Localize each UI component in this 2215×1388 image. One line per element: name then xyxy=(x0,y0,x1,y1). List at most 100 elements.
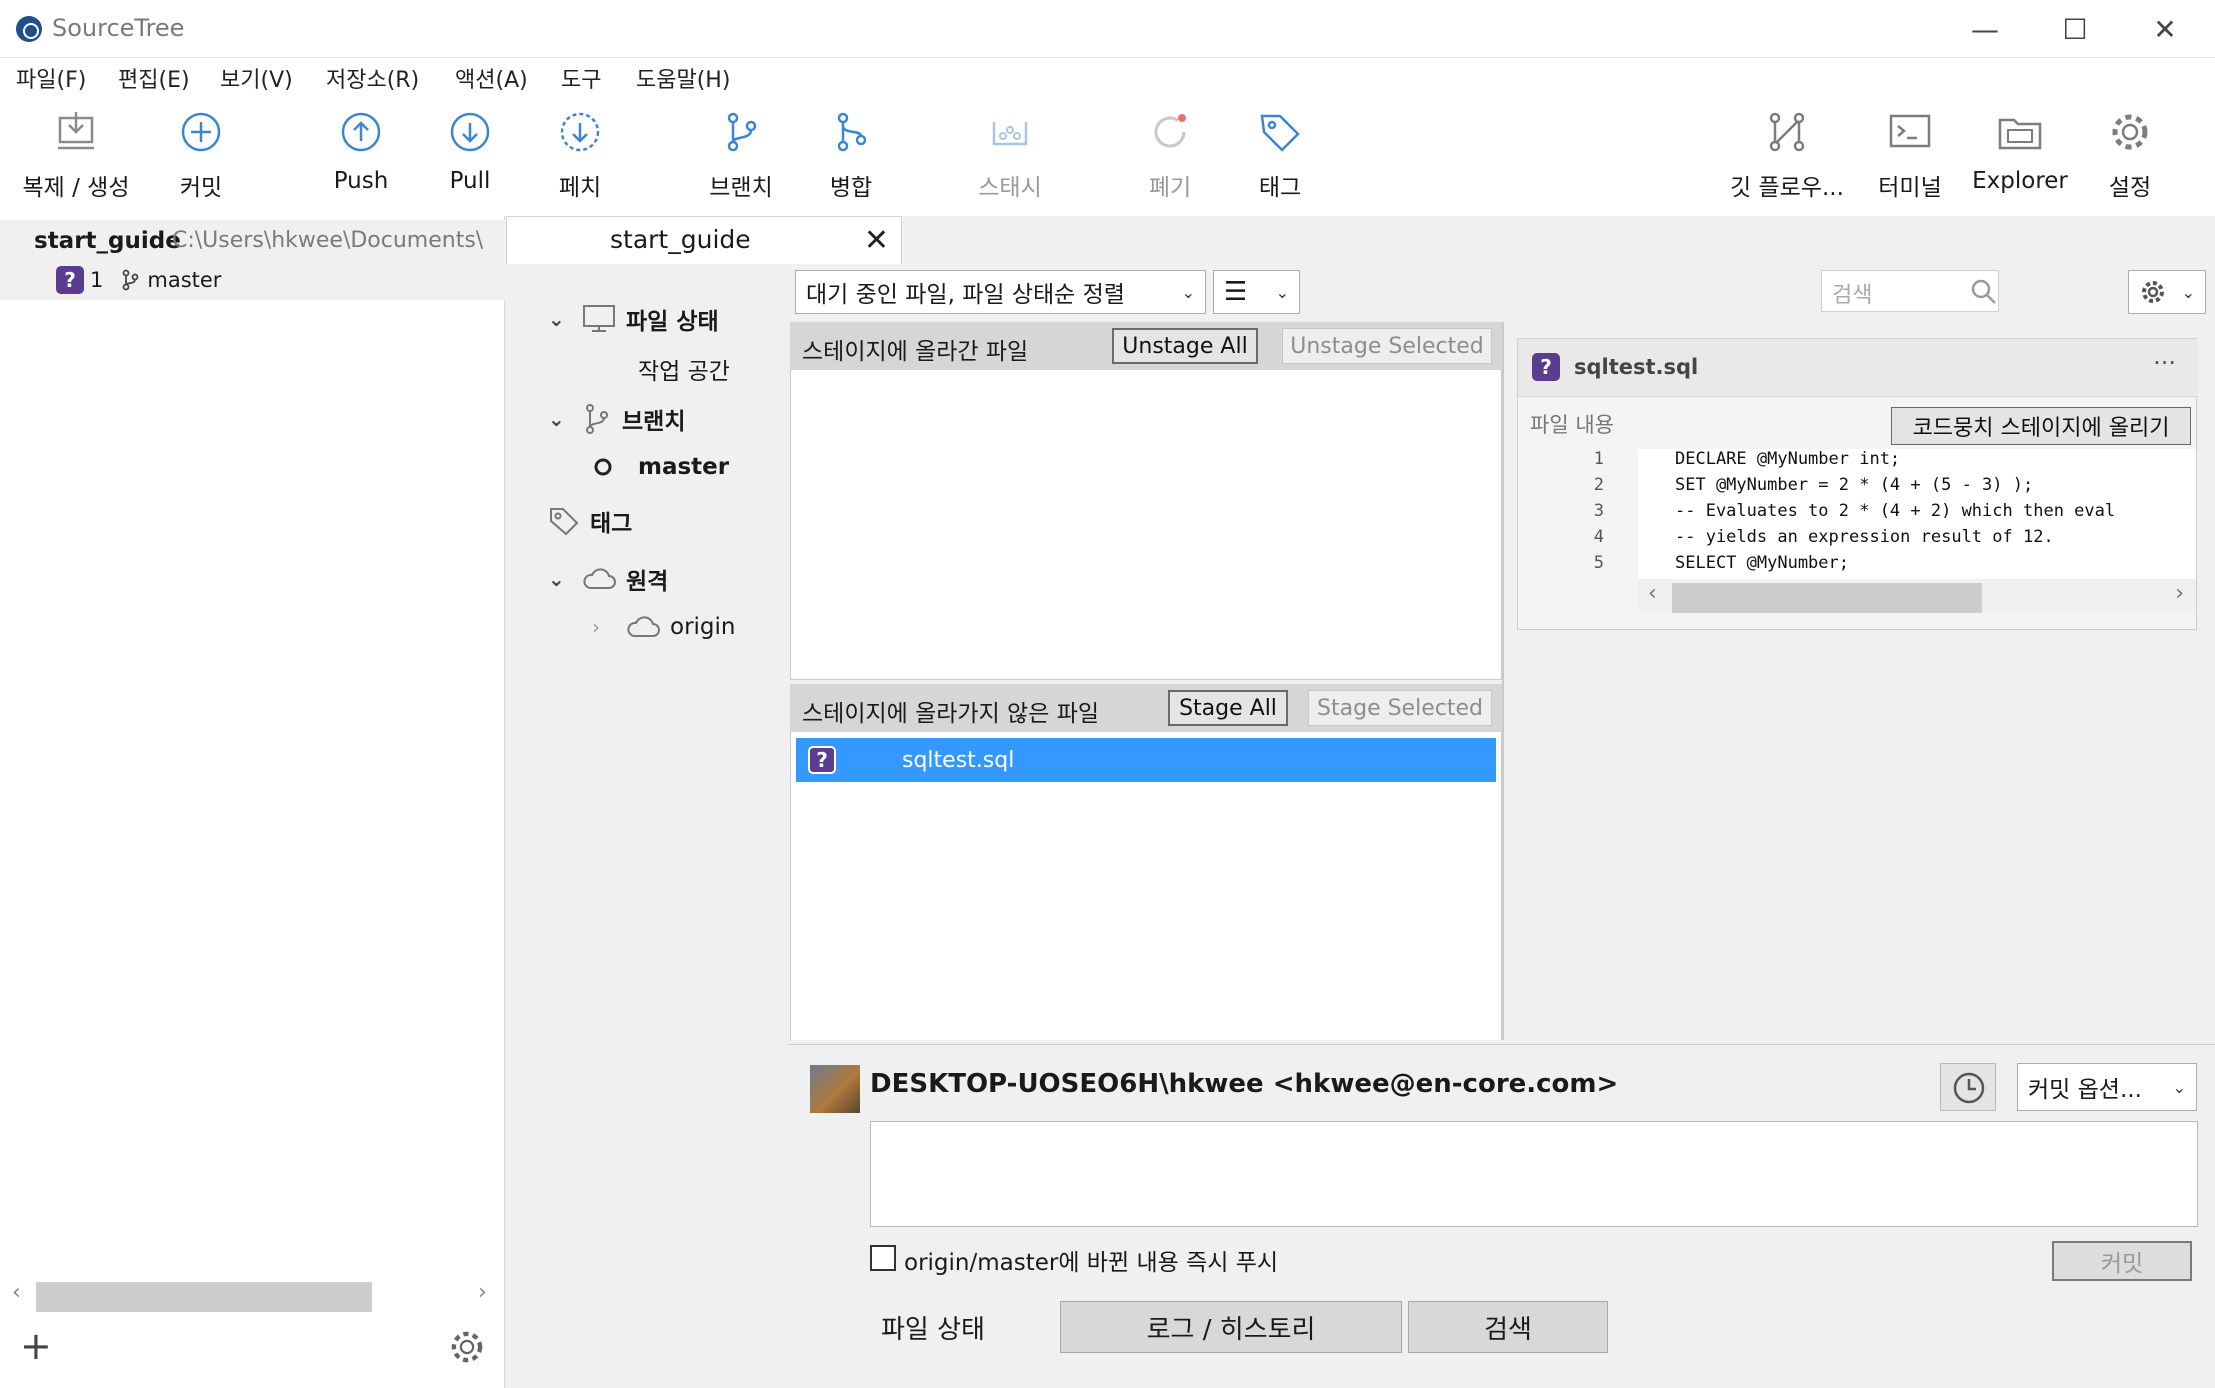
chevron-down-icon[interactable]: ⌄ xyxy=(548,567,572,591)
menu-file[interactable]: 파일(F) xyxy=(16,62,86,94)
untracked-badge-icon: ? xyxy=(808,746,836,774)
merge-label: 병합 xyxy=(829,175,873,201)
tag-label: 태그 xyxy=(1258,175,1302,201)
menu-tools[interactable]: 도구 xyxy=(561,62,601,94)
scrollbar-thumb[interactable] xyxy=(36,1282,372,1312)
repository-name: start_guide xyxy=(34,228,181,254)
gear-icon xyxy=(2112,114,2148,150)
menu-view[interactable]: 보기(V) xyxy=(220,62,293,94)
nav-branches-label: 브랜치 xyxy=(622,409,686,435)
diff-code-view[interactable]: 1 DECLARE @MyNumber int; 2 SET @MyNumber =… xyxy=(1518,449,2196,579)
push-immediately-checkbox[interactable] xyxy=(870,1245,896,1271)
tab-search[interactable]: 검색 xyxy=(1408,1301,1608,1353)
nav-file-status-label: 파일 상태 xyxy=(626,309,719,335)
commit-options-dropdown[interactable]: 커밋 옵션... ⌄ xyxy=(2017,1063,2197,1111)
chevron-down-icon[interactable]: ⌄ xyxy=(548,307,572,331)
discard-icon xyxy=(1154,114,1186,148)
unstage-selected-button[interactable]: Unstage Selected xyxy=(1282,328,1492,364)
nav-file-status[interactable]: ⌄ 파일 상태 xyxy=(548,302,719,336)
close-tab-icon[interactable]: ✕ xyxy=(864,223,889,258)
history-button[interactable] xyxy=(1940,1063,1996,1111)
chevron-down-icon[interactable]: ⌄ xyxy=(548,407,572,431)
commit-toolbar-label: 커밋 xyxy=(179,175,223,201)
stage-selected-button[interactable]: Stage Selected xyxy=(1308,690,1492,726)
unstaged-files-title: 스테이지에 올라가지 않은 파일 xyxy=(802,701,1100,727)
commit-options-label: 커밋 옵션... xyxy=(2028,1077,2142,1103)
commit-message-input[interactable] xyxy=(870,1121,2198,1227)
menu-edit[interactable]: 편집(E) xyxy=(118,62,190,94)
diff-header: ? sqltest.sql ··· xyxy=(1518,339,2198,397)
title-bar: SourceTree — ☐ ✕ xyxy=(0,0,2215,58)
scrollbar-thumb[interactable] xyxy=(1672,583,1982,613)
chevron-down-icon: ⌄ xyxy=(1275,282,1289,302)
nav-branches[interactable]: ⌄ 브랜치 xyxy=(548,402,685,436)
commit-toolbar-button[interactable]: 커밋 xyxy=(136,108,266,202)
clock-icon xyxy=(1953,1072,1985,1104)
scroll-left-icon[interactable]: ‹ xyxy=(12,1280,21,1305)
nav-remotes[interactable]: ⌄ 원격 xyxy=(548,562,668,596)
sidebar-settings-gear-icon[interactable] xyxy=(446,1326,488,1368)
close-window-button[interactable]: ✕ xyxy=(2120,0,2210,58)
unstage-all-button[interactable]: Unstage All xyxy=(1112,328,1258,364)
diff-panel: ? sqltest.sql ··· 파일 내용 코드뭉치 스테이지에 올리기 1… xyxy=(1517,338,2198,630)
menu-help[interactable]: 도움말(H) xyxy=(636,62,730,94)
minimize-button[interactable]: — xyxy=(1940,0,2030,58)
untracked-badge-icon: ? xyxy=(1532,353,1560,381)
commit-button[interactable]: 커밋 xyxy=(2052,1241,2192,1281)
scroll-right-icon[interactable]: › xyxy=(2175,581,2184,606)
more-options-icon[interactable]: ··· xyxy=(2153,349,2176,377)
add-repository-button[interactable]: + xyxy=(20,1324,52,1368)
search-icon[interactable] xyxy=(1970,278,1998,306)
settings-button[interactable]: 설정 xyxy=(2065,108,2195,202)
workspace-navigation: ⌄ 파일 상태 작업 공간 ⌄ 브랜치 master 태그 ⌄ 원격 › ori… xyxy=(506,264,788,1388)
unstaged-files-header: 스테이지에 올라가지 않은 파일 Stage All Stage Selecte… xyxy=(790,684,1502,732)
stage-all-button[interactable]: Stage All xyxy=(1168,690,1288,726)
content-settings-dropdown[interactable]: ⌄ xyxy=(2128,270,2206,314)
tab-file-status[interactable]: 파일 상태 xyxy=(818,1301,1048,1353)
sidebar-horizontal-scrollbar[interactable]: ‹ › xyxy=(0,1276,505,1312)
fetch-button[interactable]: 페치 xyxy=(515,108,645,202)
code-line: 4 -- yields an expression result of 12. xyxy=(1593,527,2054,547)
nav-remote-origin[interactable]: › origin xyxy=(592,614,736,640)
file-row[interactable]: ? sqltest.sql xyxy=(796,738,1496,782)
scroll-left-icon[interactable]: ‹ xyxy=(1648,581,1657,606)
nav-branch-master[interactable]: master xyxy=(592,454,729,480)
branch-icon xyxy=(586,404,608,434)
chevron-down-icon: ⌄ xyxy=(2181,282,2195,302)
code-line: 1 DECLARE @MyNumber int; xyxy=(1593,449,1901,469)
stash-button[interactable]: 스태시 xyxy=(945,108,1075,202)
merge-button[interactable]: 병합 xyxy=(786,108,916,202)
repository-entry[interactable]: start_guide C:\Users\hkwee\Documents\ ? … xyxy=(0,220,505,300)
staged-files-list[interactable] xyxy=(790,370,1502,680)
unstaged-files-list[interactable]: ? sqltest.sql xyxy=(790,732,1502,1040)
repository-tab[interactable]: start_guide ✕ xyxy=(506,216,902,264)
menu-repository[interactable]: 저장소(R) xyxy=(326,62,419,94)
avatar xyxy=(810,1065,860,1113)
view-mode-dropdown[interactable]: ☰ ⌄ xyxy=(1213,270,1300,314)
untracked-count: 1 xyxy=(90,268,104,292)
clone-button[interactable]: 복제 / 생성 xyxy=(11,108,141,202)
diff-horizontal-scrollbar[interactable]: ‹ › xyxy=(1638,579,2196,613)
pull-arrow-down-icon xyxy=(450,112,490,152)
chevron-right-icon[interactable]: › xyxy=(592,615,616,639)
repository-tab-label: start_guide xyxy=(610,225,751,254)
push-arrow-up-icon xyxy=(341,112,381,152)
menu-bar: 파일(F) 편집(E) 보기(V) 저장소(R) 액션(A) 도구 도움말(H) xyxy=(0,58,2215,98)
nav-remotes-label: 원격 xyxy=(626,569,669,595)
sort-dropdown[interactable]: 대기 중인 파일, 파일 상태순 정렬 ⌄ xyxy=(795,270,1206,314)
git-flow-button[interactable]: 깃 플로우... xyxy=(1722,108,1852,202)
stash-label: 스태시 xyxy=(978,175,1042,201)
nav-tags[interactable]: 태그 xyxy=(548,504,632,538)
terminal-icon xyxy=(1889,114,1931,148)
menu-actions[interactable]: 액션(A) xyxy=(455,62,528,94)
tag-button[interactable]: 태그 xyxy=(1215,108,1345,202)
nav-workspace[interactable]: 작업 공간 xyxy=(638,352,730,386)
pane-divider[interactable] xyxy=(1502,322,1504,1040)
maximize-button[interactable]: ☐ xyxy=(2030,0,2120,58)
stage-hunk-button[interactable]: 코드뭉치 스테이지에 올리기 xyxy=(1891,407,2191,445)
tab-log-history[interactable]: 로그 / 히스토리 xyxy=(1060,1301,1402,1353)
sort-dropdown-label: 대기 중인 파일, 파일 상태순 정렬 xyxy=(806,282,1125,308)
search-placeholder: 검색 xyxy=(1832,283,1873,308)
monitor-icon xyxy=(583,305,615,332)
scroll-right-icon[interactable]: › xyxy=(478,1280,487,1305)
